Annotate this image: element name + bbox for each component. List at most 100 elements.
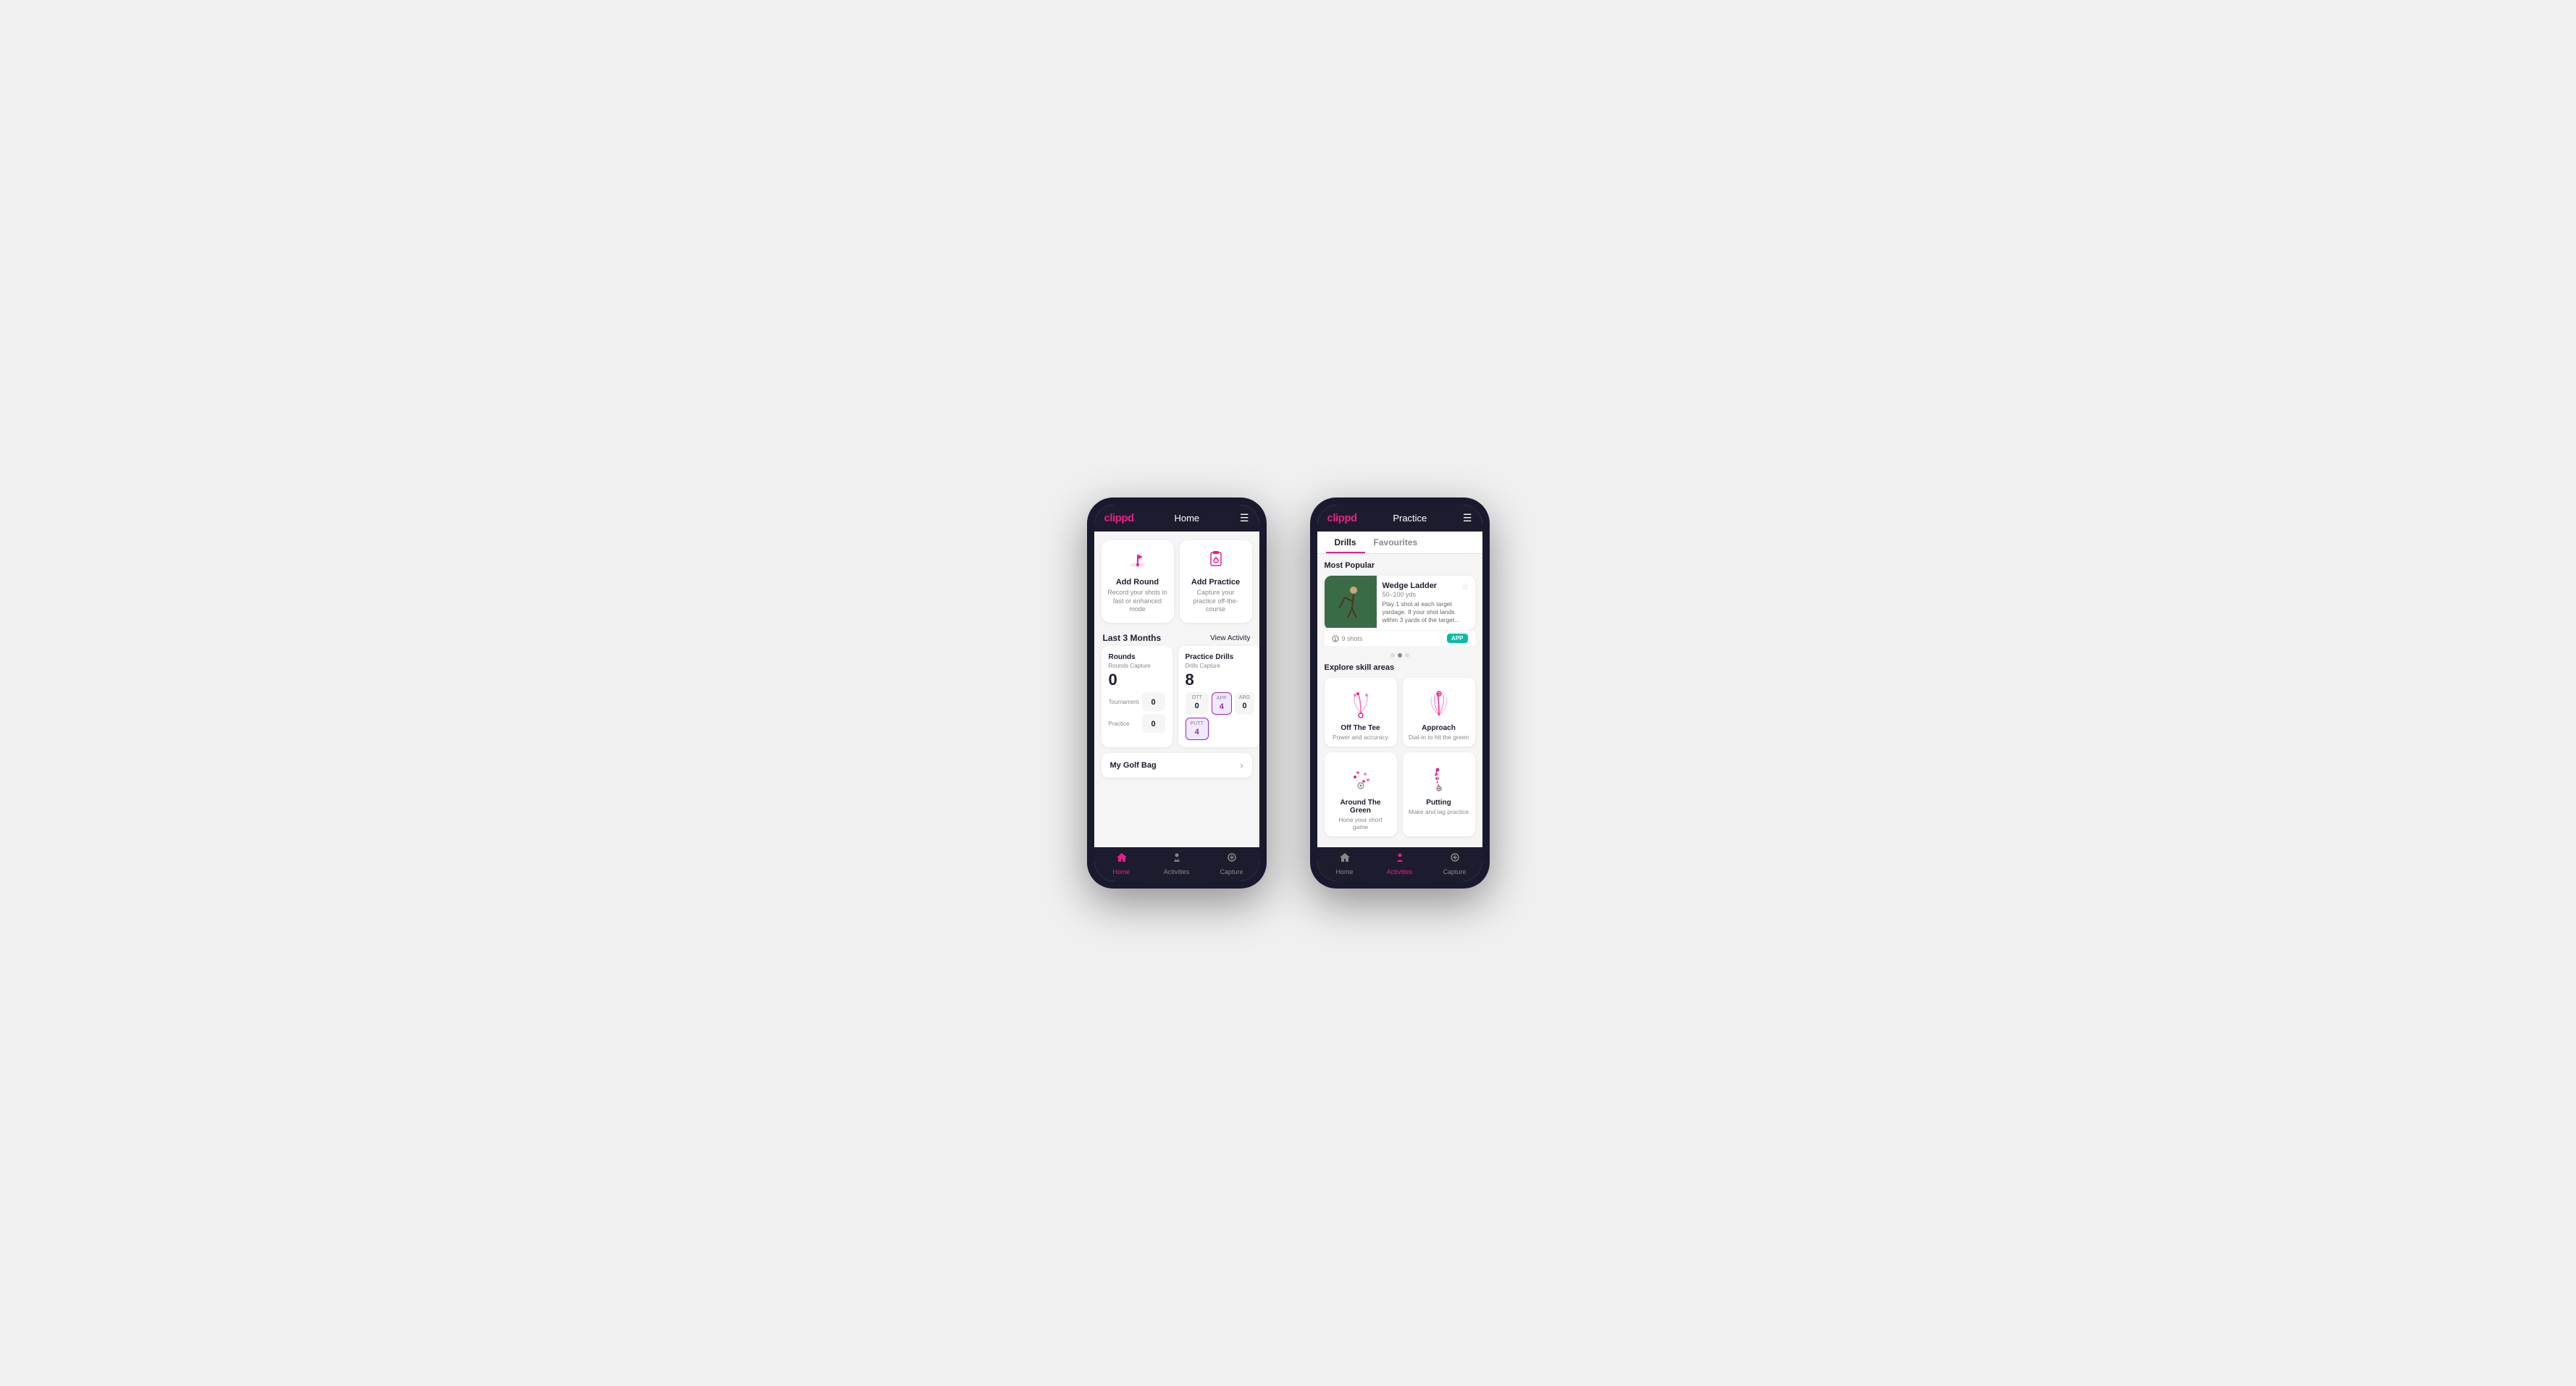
most-popular-title: Most Popular — [1325, 561, 1475, 570]
action-cards: Add Round Record your shots in fast or e… — [1094, 532, 1259, 629]
skill-card-approach[interactable]: Approach Dial-in to hit the green — [1403, 678, 1475, 747]
featured-title-row: Wedge Ladder 50–100 yds ☆ — [1383, 581, 1469, 600]
nav-capture-label-2: Capture — [1443, 868, 1466, 875]
bottom-nav-home: Home Activities — [1094, 847, 1259, 881]
arg-cell: ARG 0 — [1235, 692, 1254, 715]
home-content: Add Round Record your shots in fast or e… — [1094, 532, 1259, 847]
app-value: 4 — [1217, 702, 1227, 711]
featured-drill-image — [1325, 576, 1377, 628]
putt-cell: PUTT 4 — [1186, 718, 1209, 740]
phone-home: clippd Home ☰ Add Round — [1087, 497, 1267, 889]
tournament-cell: 0 — [1142, 692, 1165, 711]
add-practice-title: Add Practice — [1186, 578, 1246, 587]
app-header-home: clippd Home ☰ — [1094, 505, 1259, 532]
activities-nav-icon — [1171, 852, 1183, 867]
rounds-capture-label: Rounds Capture — [1109, 663, 1165, 669]
golf-bag-title: My Golf Bag — [1110, 761, 1157, 770]
nav-activities-label-2: Activities — [1387, 868, 1413, 875]
nav-capture-2[interactable]: Capture — [1427, 852, 1482, 875]
featured-drill-desc: Play 1 shot at each target yardage. If y… — [1383, 600, 1469, 624]
capture-nav-icon-2 — [1449, 852, 1461, 867]
ott-cell: OTT 0 — [1186, 692, 1209, 715]
featured-drill-card[interactable]: Wedge Ladder 50–100 yds ☆ Play 1 shot at… — [1325, 576, 1475, 630]
off-the-tee-name: Off The Tee — [1330, 724, 1391, 732]
practice-round-label: Practice — [1109, 721, 1139, 727]
add-round-icon — [1107, 549, 1168, 574]
most-popular-section: Most Popular — [1317, 554, 1482, 649]
favourite-star-icon[interactable]: ☆ — [1461, 581, 1469, 592]
activity-section-header: Last 3 Months View Activity — [1094, 629, 1259, 646]
approach-desc: Dial-in to hit the green — [1409, 734, 1469, 741]
activities-nav-icon-2 — [1394, 852, 1406, 867]
off-the-tee-icon — [1330, 686, 1391, 721]
home-nav-icon-2 — [1339, 852, 1351, 867]
skill-grid: Off The Tee Power and accuracy — [1325, 678, 1475, 836]
practice-round-value: 0 — [1151, 720, 1155, 728]
ott-label: OTT — [1190, 695, 1204, 700]
practice-drills-box: Practice Drills Drills Capture 8 OTT 0 A… — [1178, 646, 1259, 747]
featured-footer: 9 shots APP — [1325, 630, 1475, 646]
stats-container: Rounds Rounds Capture 0 Tournament 0 Pra… — [1094, 646, 1259, 753]
practice-round-row: Practice 0 — [1109, 714, 1165, 733]
explore-title: Explore skill areas — [1325, 663, 1475, 672]
phone-practice: clippd Practice ☰ Drills Favourites Most… — [1310, 497, 1490, 889]
practice-content: Most Popular — [1317, 554, 1482, 847]
home-nav-icon — [1116, 852, 1128, 867]
tab-favourites[interactable]: Favourites — [1365, 532, 1427, 553]
nav-activities[interactable]: Activities — [1149, 852, 1204, 875]
drills-grid: OTT 0 APP 4 ARG 0 PUTT 4 — [1186, 692, 1254, 740]
arg-label: ARG — [1239, 695, 1250, 700]
add-practice-desc: Capture your practice off-the-course — [1186, 589, 1246, 614]
nav-home-label-2: Home — [1335, 868, 1353, 875]
nav-capture-label: Capture — [1220, 868, 1243, 875]
around-the-green-icon — [1330, 761, 1391, 796]
app-label: APP — [1217, 696, 1227, 701]
capture-nav-icon — [1226, 852, 1238, 867]
around-green-desc: Hone your short game — [1330, 816, 1391, 831]
drill-badge: APP — [1447, 634, 1467, 643]
rounds-total: 0 — [1109, 671, 1165, 689]
dot-1 — [1390, 653, 1395, 658]
around-green-name: Around The Green — [1330, 799, 1391, 815]
add-round-card[interactable]: Add Round Record your shots in fast or e… — [1102, 540, 1174, 623]
bottom-nav-practice: Home Activities — [1317, 847, 1482, 881]
nav-activities-label: Activities — [1164, 868, 1190, 875]
add-round-desc: Record your shots in fast or enhanced mo… — [1107, 589, 1168, 614]
featured-drill-content: Wedge Ladder 50–100 yds ☆ Play 1 shot at… — [1383, 576, 1475, 630]
drills-total: 8 — [1186, 671, 1254, 689]
add-round-title: Add Round — [1107, 578, 1168, 587]
putting-name: Putting — [1409, 799, 1469, 807]
app-header-practice: clippd Practice ☰ — [1317, 505, 1482, 532]
tab-drills[interactable]: Drills — [1326, 532, 1365, 553]
carousel-dots — [1317, 649, 1482, 659]
approach-icon — [1409, 686, 1469, 721]
off-the-tee-desc: Power and accuracy — [1330, 734, 1391, 741]
nav-home-2[interactable]: Home — [1317, 852, 1372, 875]
approach-name: Approach — [1409, 724, 1469, 732]
nav-activities-2[interactable]: Activities — [1372, 852, 1427, 875]
nav-capture[interactable]: Capture — [1204, 852, 1259, 875]
app-title: Home — [1174, 513, 1199, 524]
rounds-grid: Tournament 0 Practice 0 — [1109, 692, 1165, 733]
nav-home[interactable]: Home — [1094, 852, 1149, 875]
featured-drill-name: Wedge Ladder — [1383, 581, 1438, 590]
add-practice-card[interactable]: Add Practice Capture your practice off-t… — [1180, 540, 1252, 623]
menu-icon-2[interactable]: ☰ — [1463, 512, 1472, 524]
skill-card-off-the-tee[interactable]: Off The Tee Power and accuracy — [1325, 678, 1397, 747]
view-activity-link[interactable]: View Activity — [1210, 634, 1250, 642]
featured-drill-distance: 50–100 yds — [1383, 591, 1438, 598]
skill-card-around-the-green[interactable]: Around The Green Hone your short game — [1325, 752, 1397, 836]
app-title-2: Practice — [1393, 513, 1427, 524]
last-3-months-title: Last 3 Months — [1103, 633, 1162, 643]
practice-round-cell: 0 — [1142, 714, 1165, 733]
putt-value: 4 — [1191, 728, 1204, 736]
my-golf-bag[interactable]: My Golf Bag › — [1102, 753, 1252, 778]
app-logo-2: clippd — [1327, 512, 1357, 524]
menu-icon[interactable]: ☰ — [1240, 512, 1249, 524]
dot-3 — [1405, 653, 1409, 658]
skill-card-putting[interactable]: Putting Make and lag practice — [1403, 752, 1475, 836]
tournament-value: 0 — [1151, 698, 1155, 707]
tournament-label: Tournament — [1109, 699, 1139, 705]
putting-icon — [1409, 761, 1469, 796]
chevron-right-icon: › — [1241, 760, 1243, 770]
